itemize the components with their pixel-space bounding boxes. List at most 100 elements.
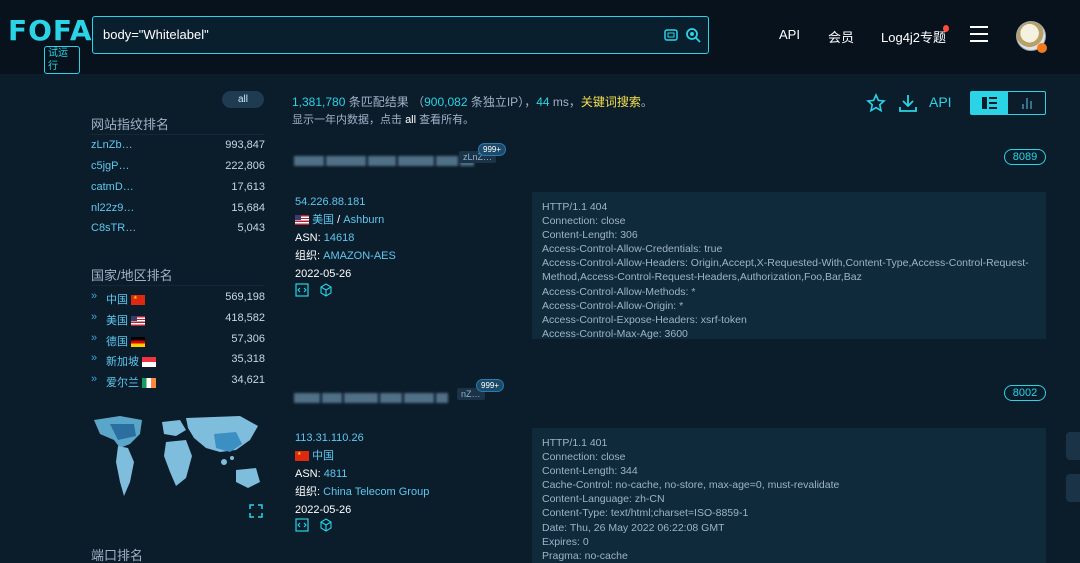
usa-flag-icon xyxy=(131,316,146,327)
germany-flag-icon xyxy=(131,337,146,348)
nav-log4j2[interactable]: Log4j2专题 xyxy=(881,27,946,46)
asn-link[interactable]: 14618 xyxy=(324,232,355,244)
total-label: 条匹配结果 xyxy=(348,95,409,109)
menu-icon[interactable] xyxy=(970,26,988,42)
floating-tab[interactable] xyxy=(1066,474,1080,502)
view-toggle[interactable] xyxy=(970,91,1046,115)
floating-tab[interactable] xyxy=(1066,432,1080,460)
all-toggle[interactable]: all xyxy=(222,91,264,108)
fingerprint-rank-title: 网站指纹排名 xyxy=(91,117,170,132)
http-line: Access-Control-Expose-Headers: xsrf-toke… xyxy=(542,313,747,326)
fingerprint-row[interactable]: zLnZb… 993,847 xyxy=(91,139,265,155)
country-row[interactable]: » 德国 57,306 xyxy=(91,332,265,349)
ip-link[interactable]: 113.31.110.26 xyxy=(295,432,364,444)
host-info: 113.31.110.26 ★ 中国 ASN: 4811 组织: China T… xyxy=(295,431,429,521)
org-label: 组织: xyxy=(295,486,321,498)
api-button[interactable]: API xyxy=(929,94,952,110)
http-line: Content-Length: 344 xyxy=(542,465,638,478)
http-line: Cache-Control: no-cache, no-store, max-a… xyxy=(542,479,840,492)
result-title-blurred[interactable] xyxy=(294,153,476,166)
org-label: 组织: xyxy=(295,250,321,262)
cube-icon[interactable] xyxy=(319,518,333,532)
city-link[interactable]: Ashburn xyxy=(343,214,384,226)
http-line: Connection: close xyxy=(542,215,626,228)
country-link[interactable]: 美国 xyxy=(312,214,334,226)
result-hint: 显示一年内数据，点击 all 查看所有。 xyxy=(292,111,474,127)
fingerprint-name[interactable]: zLnZb… xyxy=(91,139,133,151)
country-link[interactable]: 中国 xyxy=(312,450,334,462)
fingerprint-name[interactable]: c5jgP… xyxy=(91,160,130,172)
http-line: Access-Control-Allow-Origin: * xyxy=(542,299,684,312)
ip-label: 条独立IP） xyxy=(470,95,525,109)
http-line: Access-Control-Allow-Headers: Origin,Acc… xyxy=(542,257,1029,284)
http-line: Connection: close xyxy=(542,451,626,464)
http-line: Access-Control-Max-Age: 3600 xyxy=(542,327,688,339)
image-search-icon[interactable] xyxy=(663,27,679,43)
country-name[interactable]: 美国 xyxy=(106,312,146,328)
country-row[interactable]: » 新加坡 35,318 xyxy=(91,352,265,369)
logo-text: FOFA xyxy=(8,14,93,47)
fingerprint-row[interactable]: c5jgP… 222,806 xyxy=(91,160,265,176)
http-response-panel: HTTP/1.1 401 Connection: close Content-L… xyxy=(532,428,1046,563)
star-icon[interactable] xyxy=(866,93,886,113)
world-map[interactable] xyxy=(90,412,266,502)
fingerprint-name[interactable]: C8sTR… xyxy=(91,222,136,234)
fullscreen-icon[interactable] xyxy=(249,504,263,518)
http-line: HTTP/1.1 404 xyxy=(542,201,608,213)
nav-member[interactable]: 会员 xyxy=(828,27,854,46)
search-box[interactable]: body="Whitelabel" xyxy=(92,16,709,54)
cube-icon[interactable] xyxy=(319,283,333,297)
fingerprint-name[interactable]: nl22z9… xyxy=(91,202,134,214)
http-line: Pragma: no-cache xyxy=(542,549,628,562)
usa-flag-icon xyxy=(295,215,309,226)
country-name[interactable]: 新加坡 xyxy=(106,353,157,369)
code-icon[interactable] xyxy=(295,283,309,297)
country-row[interactable]: » 中国 ★ 569,198 xyxy=(91,290,265,307)
divider xyxy=(91,285,265,286)
fingerprint-row[interactable]: nl22z9… 15,684 xyxy=(91,202,265,218)
asn-label: ASN: xyxy=(295,468,321,480)
count-badge: 999+ xyxy=(478,143,507,156)
chart-view-button[interactable] xyxy=(1009,92,1046,114)
keyword-search-link[interactable]: 关键词搜索 xyxy=(581,95,641,109)
port-pill[interactable]: 8089 xyxy=(1004,149,1046,165)
asn-link[interactable]: 4811 xyxy=(324,468,348,480)
result-title-blurred[interactable] xyxy=(294,390,450,403)
search-input[interactable]: body="Whitelabel" xyxy=(103,27,209,42)
country-count: 35,318 xyxy=(231,353,265,365)
list-view-button[interactable] xyxy=(971,92,1008,114)
search-icon[interactable] xyxy=(685,27,701,43)
download-icon[interactable] xyxy=(898,93,918,113)
code-icon[interactable] xyxy=(295,518,309,532)
fingerprint-row[interactable]: catmD… 17,613 xyxy=(91,181,265,197)
org-link[interactable]: AMAZON-AES xyxy=(323,250,396,262)
country-count: 569,198 xyxy=(225,291,265,303)
port-pill[interactable]: 8002 xyxy=(1004,385,1046,401)
top-bar: FOFA 试运行 body="Whitelabel" API 会员 Log4j2… xyxy=(0,0,1080,74)
org-link[interactable]: China Telecom Group xyxy=(323,486,429,498)
http-line: Content-Length: 306 xyxy=(542,229,638,242)
http-line: Date: Thu, 26 May 2022 06:22:08 GMT xyxy=(542,521,725,534)
fofa-logo[interactable]: FOFA 试运行 xyxy=(8,14,92,74)
country-name[interactable]: 爱尔兰 xyxy=(106,374,157,390)
query-time-unit: ms， xyxy=(552,95,581,109)
result-summary: 1,381,780 条匹配结果 （900,082 条独立IP），44 ms，关键… xyxy=(292,93,653,110)
avatar-status-icon xyxy=(1037,43,1047,53)
chevron-right-icon: » xyxy=(91,373,98,385)
fingerprint-count: 15,684 xyxy=(231,202,265,214)
ip-count: 900,082 xyxy=(424,95,468,109)
country-row[interactable]: » 爱尔兰 34,621 xyxy=(91,373,265,390)
china-flag-icon: ★ xyxy=(131,295,146,306)
chevron-right-icon: » xyxy=(91,290,98,302)
nav-api[interactable]: API xyxy=(779,27,800,42)
period: 。 xyxy=(640,95,653,109)
separator: ， xyxy=(524,95,537,109)
country-name[interactable]: 中国 ★ xyxy=(106,291,146,307)
ip-link[interactable]: 54.226.88.181 xyxy=(295,196,365,208)
country-row[interactable]: » 美国 418,582 xyxy=(91,311,265,328)
show-all-link[interactable]: all xyxy=(405,114,416,126)
country-name[interactable]: 德国 xyxy=(106,333,146,349)
country-count: 34,621 xyxy=(231,374,265,386)
fingerprint-row[interactable]: C8sTR… 5,043 xyxy=(91,222,265,238)
fingerprint-name[interactable]: catmD… xyxy=(91,181,134,193)
